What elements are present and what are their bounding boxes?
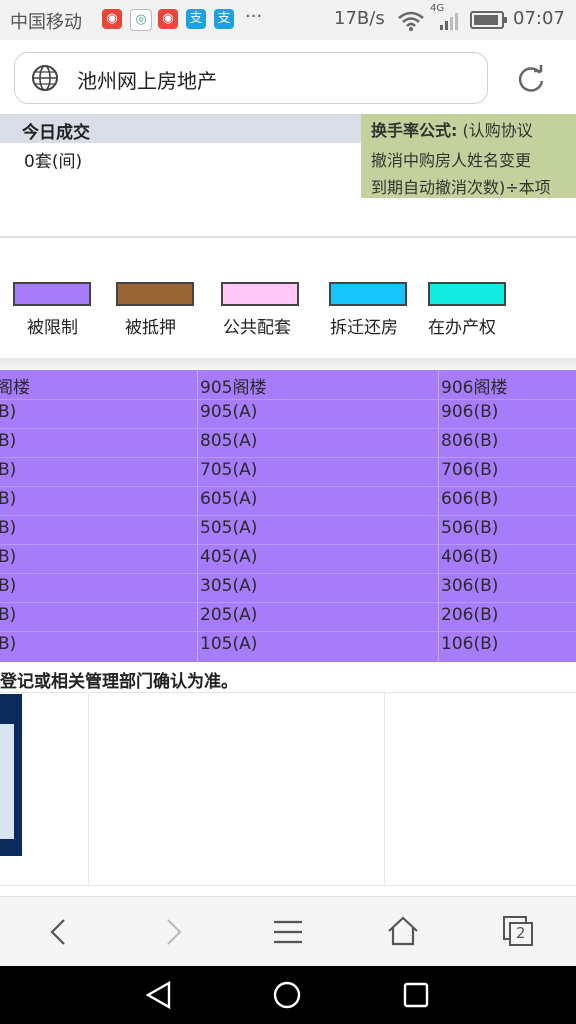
unit-cell[interactable]: 405(A) [200,547,257,567]
system-navigation-bar [0,966,576,1024]
table-row: 阁楼 905阁楼 906阁楼 [0,370,576,400]
net-speed: 17B/s [334,8,385,29]
unit-cell[interactable]: 106(B) [441,634,498,654]
table-row: B) 405(A) 406(B) [0,544,576,574]
address-bar[interactable]: 池州网上房地产 [14,52,488,104]
legend-label-relocation: 拆迁还房 [330,318,398,338]
unit-cell[interactable]: B) [0,431,16,451]
recent-apps-icon[interactable] [402,981,430,1009]
legend-swatch-mortgaged [116,282,194,306]
unit-cell[interactable]: 706(B) [441,460,498,480]
legend-label-title-processing: 在办产权 [428,318,496,338]
formula-label: 换手率公式: [371,121,458,140]
grid-divider [88,693,89,885]
turnover-formula-box: 换手率公式: (认购协议 撤消中购房人姓名变更 到期自动撤消次数)÷本项 [361,114,576,198]
unit-cell[interactable]: 905阁楼 [200,373,266,398]
weibo-icon: ◉ [102,9,122,29]
unit-cell[interactable]: B) [0,576,16,596]
signal-icon [440,13,458,30]
home-icon[interactable] [386,915,420,947]
formula-line2: 撤消中购房人姓名变更 [371,151,532,170]
legend-label-public-facility: 公共配套 [223,318,291,338]
weibo-icon: ◉ [158,9,178,29]
unit-table: 阁楼 905阁楼 906阁楼 B) 905(A) 906(B) B) 805(A… [0,370,576,662]
thumbnail-document [0,724,14,839]
browser-icon: ◎ [130,9,152,31]
page-title: 池州网上房地产 [77,69,217,93]
unit-cell[interactable]: B) [0,489,16,509]
image-grid [0,692,576,886]
status-bar: 中国移动 ◉ ◎ ◉ 支 支 ··· 17B/s 4G 07:07 [0,0,576,40]
table-row: B) 105(A) 106(B) [0,631,576,660]
legend: 被限制 被抵押 公共配套 拆迁还房 在办产权 [0,236,576,360]
menu-icon[interactable] [273,919,303,945]
table-row: B) 305(A) 306(B) [0,573,576,603]
browser-toolbar: 2 [0,896,576,967]
alipay-icon: 支 [186,9,206,29]
unit-cell[interactable]: 105(A) [200,634,257,654]
legend-swatch-public-facility [221,282,299,306]
back-icon[interactable] [44,917,72,947]
today-deals-value: 0套(间) [24,152,83,172]
unit-cell[interactable]: 205(A) [200,605,257,625]
unit-cell[interactable]: B) [0,518,16,538]
legend-swatch-restricted [13,282,91,306]
unit-cell[interactable]: 206(B) [441,605,498,625]
unit-cell[interactable]: 905(A) [200,402,257,422]
unit-cell[interactable]: 406(B) [441,547,498,567]
table-row: B) 605(A) 606(B) [0,486,576,516]
unit-cell[interactable]: 506(B) [441,518,498,538]
unit-cell[interactable]: 阁楼 [0,373,30,398]
table-row: B) 705(A) 706(B) [0,457,576,487]
tabs-button[interactable]: 2 [502,915,536,947]
table-row: B) 805(A) 806(B) [0,428,576,458]
unit-cell[interactable]: B) [0,460,16,480]
thumbnail-image[interactable] [0,694,22,856]
unit-cell[interactable]: 505(A) [200,518,257,538]
unit-cell[interactable]: 906阁楼 [441,373,507,398]
unit-cell[interactable]: B) [0,547,16,567]
refresh-icon[interactable] [515,63,547,95]
clock: 07:07 [513,8,565,29]
system-home-icon[interactable] [272,980,302,1010]
wifi-icon [398,11,424,31]
footnote: 登记或相关管理部门确认为准。 [0,672,238,692]
unit-cell[interactable]: B) [0,634,16,654]
table-row: B) 505(A) 506(B) [0,515,576,545]
table-row: B) 905(A) 906(B) [0,399,576,429]
unit-cell[interactable]: 605(A) [200,489,257,509]
more-notifications-icon: ··· [245,6,263,27]
formula-line1: (认购协议 [462,121,533,140]
divider [0,358,576,370]
unit-cell[interactable]: 906(B) [441,402,498,422]
system-back-icon[interactable] [144,980,174,1010]
legend-label-restricted: 被限制 [27,318,78,338]
forward-icon[interactable] [160,917,188,947]
unit-cell[interactable]: B) [0,402,16,422]
unit-cell[interactable]: 305(A) [200,576,257,596]
today-deals-header: 今日成交 [0,114,361,143]
unit-cell[interactable]: 806(B) [441,431,498,451]
unit-cell[interactable]: 805(A) [200,431,257,451]
table-row: B) 205(A) 206(B) [0,602,576,632]
tab-count: 2 [516,924,526,942]
battery-icon [470,11,507,29]
unit-cell[interactable]: 705(A) [200,460,257,480]
legend-label-mortgaged: 被抵押 [125,318,176,338]
grid-divider [384,693,385,885]
unit-cell[interactable]: 306(B) [441,576,498,596]
unit-cell[interactable]: 606(B) [441,489,498,509]
alipay-icon: 支 [214,9,234,29]
carrier-label: 中国移动 [10,12,82,33]
today-deals-title: 今日成交 [22,123,90,143]
unit-cell[interactable]: B) [0,605,16,625]
globe-icon [32,65,58,91]
formula-line3: 到期自动撤消次数)÷本项 [371,178,551,197]
legend-swatch-title-processing [428,282,506,306]
legend-swatch-relocation [329,282,407,306]
